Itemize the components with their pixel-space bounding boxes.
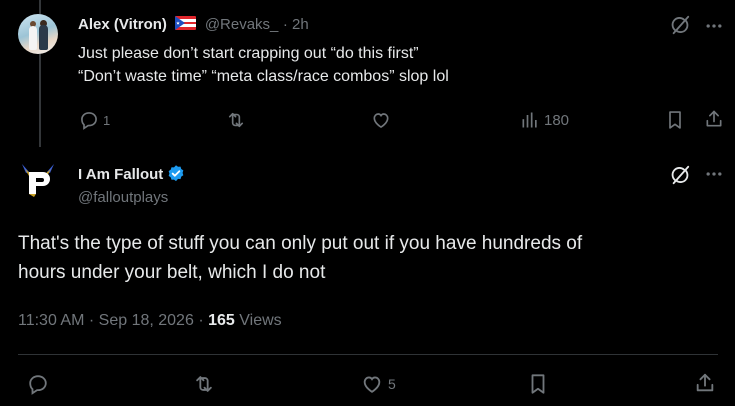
bookmark-icon: [531, 374, 545, 394]
grok-icon[interactable]: [669, 14, 691, 36]
like-count: 5: [388, 376, 396, 392]
like-icon: [373, 113, 389, 129]
views-icon: [522, 112, 537, 128]
separator-dot: ·: [198, 312, 209, 329]
reply-action-views[interactable]: 180: [520, 110, 569, 130]
reply-view-count: 180: [544, 111, 570, 129]
main-post-meta: 11:30 AM · Sep 18, 2026 · 165 Views: [18, 312, 282, 330]
reply-count: 1: [103, 112, 111, 128]
post-time[interactable]: 11:30 AM: [18, 312, 84, 329]
reply-text-line: Just please don’t start crapping out “do…: [78, 45, 419, 62]
separator-dot: ·: [88, 312, 99, 329]
separator-dot: ·: [282, 16, 293, 33]
main-post-header: I Am Fallout: [78, 164, 186, 184]
reply-timestamp[interactable]: 2h: [292, 16, 309, 33]
reply-text: Just please don’t start crapping out “do…: [78, 42, 698, 88]
bookmark-icon: [669, 111, 681, 129]
reply-author-name[interactable]: Alex (Vitron): [78, 16, 167, 33]
reply-author-avatar[interactable]: [18, 14, 58, 54]
reply-bookmark-button[interactable]: [666, 110, 684, 130]
grok-icon[interactable]: [669, 164, 691, 186]
main-action-like[interactable]: 5: [360, 373, 396, 395]
more-icon[interactable]: [704, 16, 724, 36]
main-share-button[interactable]: [694, 372, 716, 394]
main-post-text-line: hours under your belt, which I do not: [18, 262, 326, 283]
repost-icon: [228, 112, 244, 128]
repost-icon: [196, 376, 212, 392]
reply-action-like[interactable]: [371, 110, 391, 130]
reply-action-reply[interactable]: 1: [79, 110, 110, 130]
reply-icon: [81, 112, 97, 130]
views-label: Views: [239, 312, 282, 329]
main-post-text-line: That's the type of stuff you can only pu…: [18, 233, 583, 254]
main-author-handle[interactable]: @falloutplays: [78, 189, 168, 206]
reply-share-button[interactable]: [704, 109, 724, 129]
share-icon: [706, 110, 722, 127]
main-action-reply[interactable]: [27, 373, 49, 395]
main-author-name[interactable]: I Am Fallout: [78, 166, 163, 183]
like-icon: [363, 376, 381, 393]
main-author-avatar[interactable]: [18, 160, 58, 200]
views-count: 165: [208, 312, 235, 329]
more-icon[interactable]: [704, 164, 724, 184]
reply-action-repost[interactable]: [225, 110, 247, 130]
divider: [18, 354, 718, 355]
reply-header: Alex (Vitron) @Revaks_ · 2h: [78, 16, 309, 34]
reply-text-line: “Don’t waste time” “meta class/race comb…: [78, 68, 449, 85]
puerto-rico-flag-icon: [175, 16, 197, 30]
reply-icon: [29, 375, 47, 395]
verified-icon: [168, 165, 184, 182]
main-action-repost[interactable]: [192, 373, 216, 395]
reply-author-handle[interactable]: @Revaks_: [205, 16, 279, 33]
main-post-text: That's the type of stuff you can only pu…: [18, 229, 718, 287]
main-bookmark-button[interactable]: [528, 373, 548, 395]
share-icon: [696, 373, 714, 392]
post-date[interactable]: Sep 18, 2026: [99, 312, 194, 329]
